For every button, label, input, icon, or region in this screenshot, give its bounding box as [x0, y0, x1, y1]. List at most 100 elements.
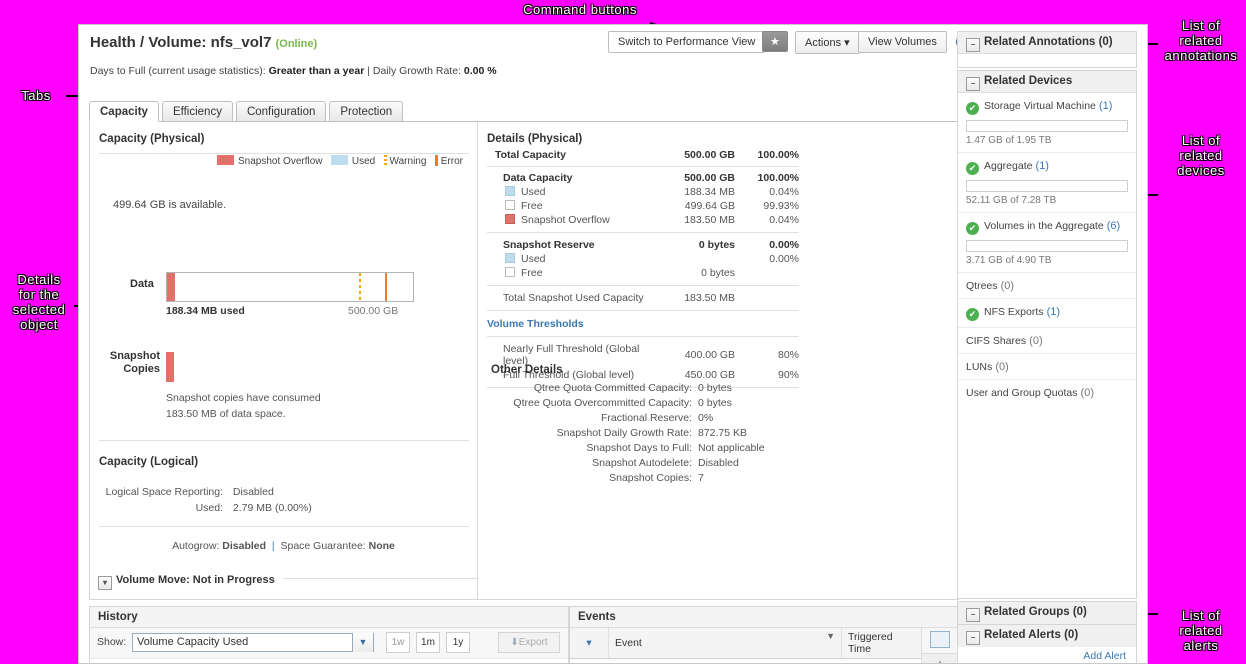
- qtree-quota-overcommitted-value: 0 bytes: [698, 396, 732, 409]
- actions-label: Actions: [805, 37, 842, 49]
- table-row-snapshot-reserve: Snapshot Reserve 0 bytes 0.00%: [487, 238, 799, 252]
- related-devices-panel: − Related Devices ✔ Storage Virtual Machin…: [957, 70, 1137, 599]
- logical-used-row: Used: 2.79 MB (0.00%): [99, 502, 312, 514]
- volume-thresholds-title[interactable]: Volume Thresholds: [487, 316, 799, 331]
- device-usage-text: 3.71 GB of 4.90 TB: [966, 255, 1052, 266]
- snapshot-copies-label: Snapshot Copies: [109, 350, 160, 375]
- annotation-tabs: Tabs: [21, 88, 51, 103]
- details-table: Total Capacity 500.00 GB 100.00% Data Ca…: [487, 148, 799, 393]
- related-alerts-title: Related Alerts (0): [984, 629, 1079, 641]
- device-count: (1): [1035, 160, 1049, 172]
- status-badge: (Online): [275, 38, 318, 50]
- page-title-text: Health / Volume: nfs_vol7: [90, 34, 272, 51]
- device-count: (0): [1000, 280, 1015, 292]
- export-button[interactable]: ⬇Export: [498, 632, 560, 653]
- related-annotations-header[interactable]: − Related Annotations (0): [958, 32, 1136, 54]
- days-to-full-label: Days to Full (current usage statistics):: [90, 65, 266, 77]
- collapse-icon[interactable]: −: [966, 631, 980, 645]
- capacity-panel: Capacity (Physical) Snapshot Overflow Us…: [89, 122, 959, 600]
- favorite-star-icon[interactable]: ★: [762, 31, 788, 52]
- switch-to-performance-view-button[interactable]: Switch to Performance View: [608, 31, 766, 53]
- capacity-logical-title: Capacity (Logical): [99, 456, 199, 468]
- annotation-command-buttons: Command buttons: [523, 2, 637, 17]
- snapshot-consumed-line2: 183.50 MB of data space.: [166, 408, 286, 420]
- reserve-used-size: [651, 252, 741, 266]
- events-header-row: ▾ Event ▼ Triggered Time: [570, 628, 922, 659]
- column-chooser-icon[interactable]: [930, 631, 950, 648]
- data-bar-label: Data: [130, 278, 154, 290]
- scroll-up-icon[interactable]: ▲: [936, 658, 944, 663]
- status-ok-icon: ✔: [966, 162, 979, 175]
- device-item-nfs-exports[interactable]: ✔ NFS Exports (1): [958, 299, 1136, 328]
- device-usage-text: 52.11 GB of 7.28 TB: [966, 195, 1057, 206]
- related-devices-header[interactable]: − Related Devices: [958, 71, 1136, 93]
- subline-separator: |: [367, 65, 370, 77]
- tab-efficiency[interactable]: Efficiency: [161, 101, 233, 121]
- related-devices-title: Related Devices: [984, 75, 1073, 87]
- collapse-icon[interactable]: −: [966, 608, 980, 622]
- events-time-column-header[interactable]: Triggered Time: [841, 628, 922, 659]
- capacity-legend: Snapshot Overflow Used Warning Error: [217, 155, 463, 167]
- actions-button[interactable]: Actions ▾: [795, 31, 860, 54]
- view-volumes-button[interactable]: View Volumes: [858, 31, 947, 53]
- view-volumes-wrap: View Volumes ?: [858, 31, 972, 53]
- tab-capacity[interactable]: Capacity: [89, 101, 159, 122]
- history-metric-select[interactable]: Volume Capacity Used ▼: [132, 633, 374, 652]
- legend-label-snapshot-overflow: Snapshot Overflow: [238, 156, 323, 167]
- events-sort-column-header[interactable]: ▾: [570, 628, 609, 659]
- legend-swatch-warning: [383, 155, 387, 166]
- actions-menu-wrap: Actions ▾: [795, 31, 860, 54]
- event-name-cell[interactable]: Volume Discovered: [608, 658, 842, 663]
- table-row: Qtree Quota Committed Capacity: 0 bytes: [487, 380, 799, 395]
- data-capacity-bar: [166, 272, 414, 302]
- table-row-data-capacity: Data Capacity 500.00 GB 100.00%: [487, 171, 799, 185]
- annotation-related-devices: List of related devices: [1177, 133, 1225, 178]
- autogrow-value: Disabled: [222, 540, 267, 552]
- command-buttons: Switch to Performance View: [608, 31, 766, 53]
- volume-move-toggle[interactable]: ▾: [98, 576, 112, 590]
- snapshot-copies-count-value[interactable]: 7: [698, 470, 799, 485]
- swatch-snapshot-overflow: [505, 214, 515, 224]
- range-button-1w[interactable]: 1w: [386, 632, 410, 653]
- range-button-1y[interactable]: 1y: [446, 632, 470, 653]
- device-item-storage-virtual-machine[interactable]: ✔ Storage Virtual Machine (1) 1.47 GB of …: [958, 93, 1136, 153]
- collapse-icon[interactable]: −: [966, 38, 980, 52]
- device-usage-meter: [966, 240, 1128, 252]
- events-panel: Events ▾ Event ▼ Triggered Time ▲: [569, 606, 959, 663]
- filter-icon[interactable]: ▼: [826, 631, 835, 641]
- events-event-column-header[interactable]: Event ▼: [608, 628, 842, 659]
- device-name: Volumes in the Aggregate: [984, 220, 1104, 232]
- table-row[interactable]: i Volume Discovered Tuesday, 16:43: [570, 658, 922, 663]
- device-item-user-and-group-quotas[interactable]: User and Group Quotas (0): [958, 380, 1136, 405]
- tab-protection[interactable]: Protection: [329, 101, 404, 121]
- days-to-full-value: Greater than a year: [268, 65, 365, 77]
- events-scrollbar[interactable]: ▲: [922, 653, 958, 663]
- collapse-icon[interactable]: −: [966, 77, 980, 91]
- range-button-1m[interactable]: 1m: [416, 632, 440, 653]
- reserve-free-size: 0 bytes: [701, 267, 735, 279]
- volume-move-rule: [282, 578, 479, 579]
- other-details-title: Other Details: [491, 364, 563, 376]
- event-time-cell: Tuesday, 16:43: [841, 658, 922, 663]
- space-guarantee-value: None: [368, 540, 395, 552]
- legend-swatch-used: [330, 155, 348, 165]
- device-count: (0): [1080, 387, 1094, 399]
- table-row: Used 188.34 MB 0.04%: [487, 185, 799, 199]
- space-guarantee-label: Space Guarantee:: [280, 540, 366, 552]
- snapshot-overflow-label: Snapshot Overflow: [521, 214, 610, 226]
- related-alerts-header[interactable]: − Related Alerts (0): [958, 625, 1136, 647]
- related-annotations-title: Related Annotations (0): [984, 36, 1113, 48]
- device-item-cifs-shares[interactable]: CIFS Shares (0): [958, 328, 1136, 354]
- history-chart-area: [90, 659, 568, 663]
- tab-configuration[interactable]: Configuration: [235, 101, 327, 121]
- table-row: Fractional Reserve: 0%: [487, 410, 799, 425]
- device-item-aggregate[interactable]: ✔ Aggregate (1) 52.11 GB of 7.28 TB: [958, 153, 1136, 213]
- device-count: (1): [1046, 306, 1061, 318]
- device-item-qtrees[interactable]: Qtrees (0): [958, 273, 1136, 299]
- data-bar-error-marker: [384, 273, 387, 301]
- snapshot-overflow-size: 183.50 MB: [684, 214, 735, 226]
- device-item-luns[interactable]: LUNs (0): [958, 354, 1136, 380]
- device-item-volumes-in-aggregate[interactable]: ✔ Volumes in the Aggregate (6) 3.71 GB of…: [958, 213, 1136, 273]
- related-groups-header[interactable]: − Related Groups (0): [958, 602, 1136, 624]
- add-alert-link[interactable]: Add Alert: [958, 647, 1136, 662]
